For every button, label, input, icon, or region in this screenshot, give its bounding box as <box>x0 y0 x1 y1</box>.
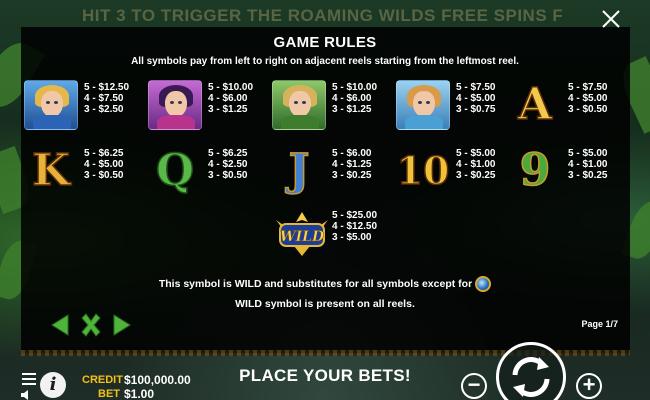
paytable-entry-wild: WILD 5 - $25.00 4 - $12.50 3 - $5.00 <box>272 208 412 264</box>
pay-4: 4 - $12.50 <box>332 221 378 232</box>
pay-5: 5 - $7.50 <box>456 82 496 93</box>
feature-banner: HIT 3 TO TRIGGER THE ROAMING WILDS FREE … <box>82 6 562 25</box>
letter-j-symbol: J <box>288 145 310 197</box>
blue-fairy-girl-symbol <box>396 80 450 130</box>
pay-4: 4 - $6.00 <box>332 93 372 104</box>
pay-5: 5 - $12.50 <box>84 82 130 93</box>
hamburger-menu-icon <box>22 373 36 385</box>
bet-label: BET <box>98 388 120 400</box>
pay-4: 4 - $1.00 <box>568 159 608 170</box>
spin-arrows-icon <box>512 357 550 397</box>
increase-bet-button[interactable]: + <box>576 373 602 399</box>
pay-3: 3 - $0.25 <box>332 170 372 181</box>
letter-a-symbol: A <box>517 79 553 131</box>
pay-5: 5 - $6.25 <box>208 148 248 159</box>
pay-3: 3 - $0.50 <box>208 170 248 181</box>
pay-5: 5 - $6.00 <box>332 148 372 159</box>
credit-value: $100,000.00 <box>124 373 191 387</box>
wild-description: This symbol is WILD and substitutes for … <box>0 276 650 292</box>
paytable-entry: 5 - $10.00 4 - $6.00 3 - $1.25 <box>148 80 253 130</box>
pay-3: 3 - $0.25 <box>568 170 608 181</box>
pay-5: 5 - $10.00 <box>208 82 254 93</box>
pay-4: 4 - $1.00 <box>456 159 496 170</box>
letter-q-symbol: Q <box>155 145 195 197</box>
wild-symbol: WILD <box>272 208 332 260</box>
pay-5: 5 - $10.00 <box>332 82 378 93</box>
pay-4: 4 - $6.00 <box>208 93 248 104</box>
pay-5: 5 - $7.50 <box>568 82 608 93</box>
blue-fairy-prince-symbol <box>24 80 78 130</box>
arrow-left-icon <box>51 314 69 336</box>
pay-3: 3 - $0.50 <box>84 170 124 181</box>
arrow-right-icon <box>113 314 131 336</box>
paytable-entry: 5 - $12.50 4 - $7.50 3 - $2.50 <box>24 80 129 130</box>
close-button[interactable] <box>600 8 622 30</box>
close-icon <box>602 10 620 28</box>
pay-5: 5 - $5.00 <box>456 148 496 159</box>
close-rules-x-button[interactable] <box>78 312 104 338</box>
pay-4: 4 - $5.00 <box>84 159 124 170</box>
wild-symbol-text: WILD <box>280 229 325 245</box>
prev-page-button[interactable] <box>48 312 74 338</box>
sound-button[interactable] <box>20 388 34 400</box>
x-icon <box>81 313 101 337</box>
pay-4: 4 - $7.50 <box>84 93 124 104</box>
credit-label: CREDIT <box>82 374 123 386</box>
scatter-gem-icon <box>475 276 492 292</box>
page-indicator: Page 1/7 <box>581 319 618 329</box>
status-message: PLACE YOUR BETS! <box>239 366 411 385</box>
rules-title: GAME RULES <box>273 34 377 51</box>
menu-button[interactable] <box>22 372 36 385</box>
pay-3: 3 - $5.00 <box>332 232 372 243</box>
pink-fairy-symbol <box>148 80 202 130</box>
pay-3: 3 - $0.75 <box>456 104 496 115</box>
number-9-symbol: 9 <box>519 145 551 197</box>
pay-4: 4 - $5.00 <box>568 93 608 104</box>
pay-5: 5 - $25.00 <box>332 210 378 221</box>
next-page-button[interactable] <box>108 312 134 338</box>
pay-3: 3 - $0.25 <box>456 170 496 181</box>
bet-value: $1.00 <box>124 387 155 400</box>
pay-4: 4 - $1.25 <box>332 159 372 170</box>
info-button[interactable]: i <box>40 372 66 398</box>
paytable-entry: 5 - $10.00 4 - $6.00 3 - $1.25 <box>272 80 377 130</box>
number-10-symbol: 10 <box>396 147 450 194</box>
pay-3: 3 - $1.25 <box>332 104 372 115</box>
pay-3: 3 - $2.50 <box>84 104 124 115</box>
green-elf-symbol <box>272 80 326 130</box>
pay-3: 3 - $0.50 <box>568 104 608 115</box>
pay-3: 3 - $1.25 <box>208 104 248 115</box>
pay-5: 5 - $6.25 <box>84 148 124 159</box>
wild-description-text: This symbol is WILD and substitutes for … <box>158 278 473 290</box>
wild-reels-note: WILD symbol is present on all reels. <box>235 298 415 310</box>
rules-subtitle: All symbols pay from left to right on ad… <box>131 56 519 67</box>
letter-k-symbol: K <box>31 145 71 197</box>
pay-4: 4 - $2.50 <box>208 159 248 170</box>
pay-4: 4 - $5.00 <box>456 93 496 104</box>
pay-5: 5 - $5.00 <box>568 148 608 159</box>
paytable-entry: 5 - $7.50 4 - $5.00 3 - $0.75 <box>396 80 495 130</box>
spin-button[interactable] <box>496 342 566 400</box>
decrease-bet-button[interactable]: − <box>461 373 487 399</box>
speaker-icon <box>21 390 28 400</box>
